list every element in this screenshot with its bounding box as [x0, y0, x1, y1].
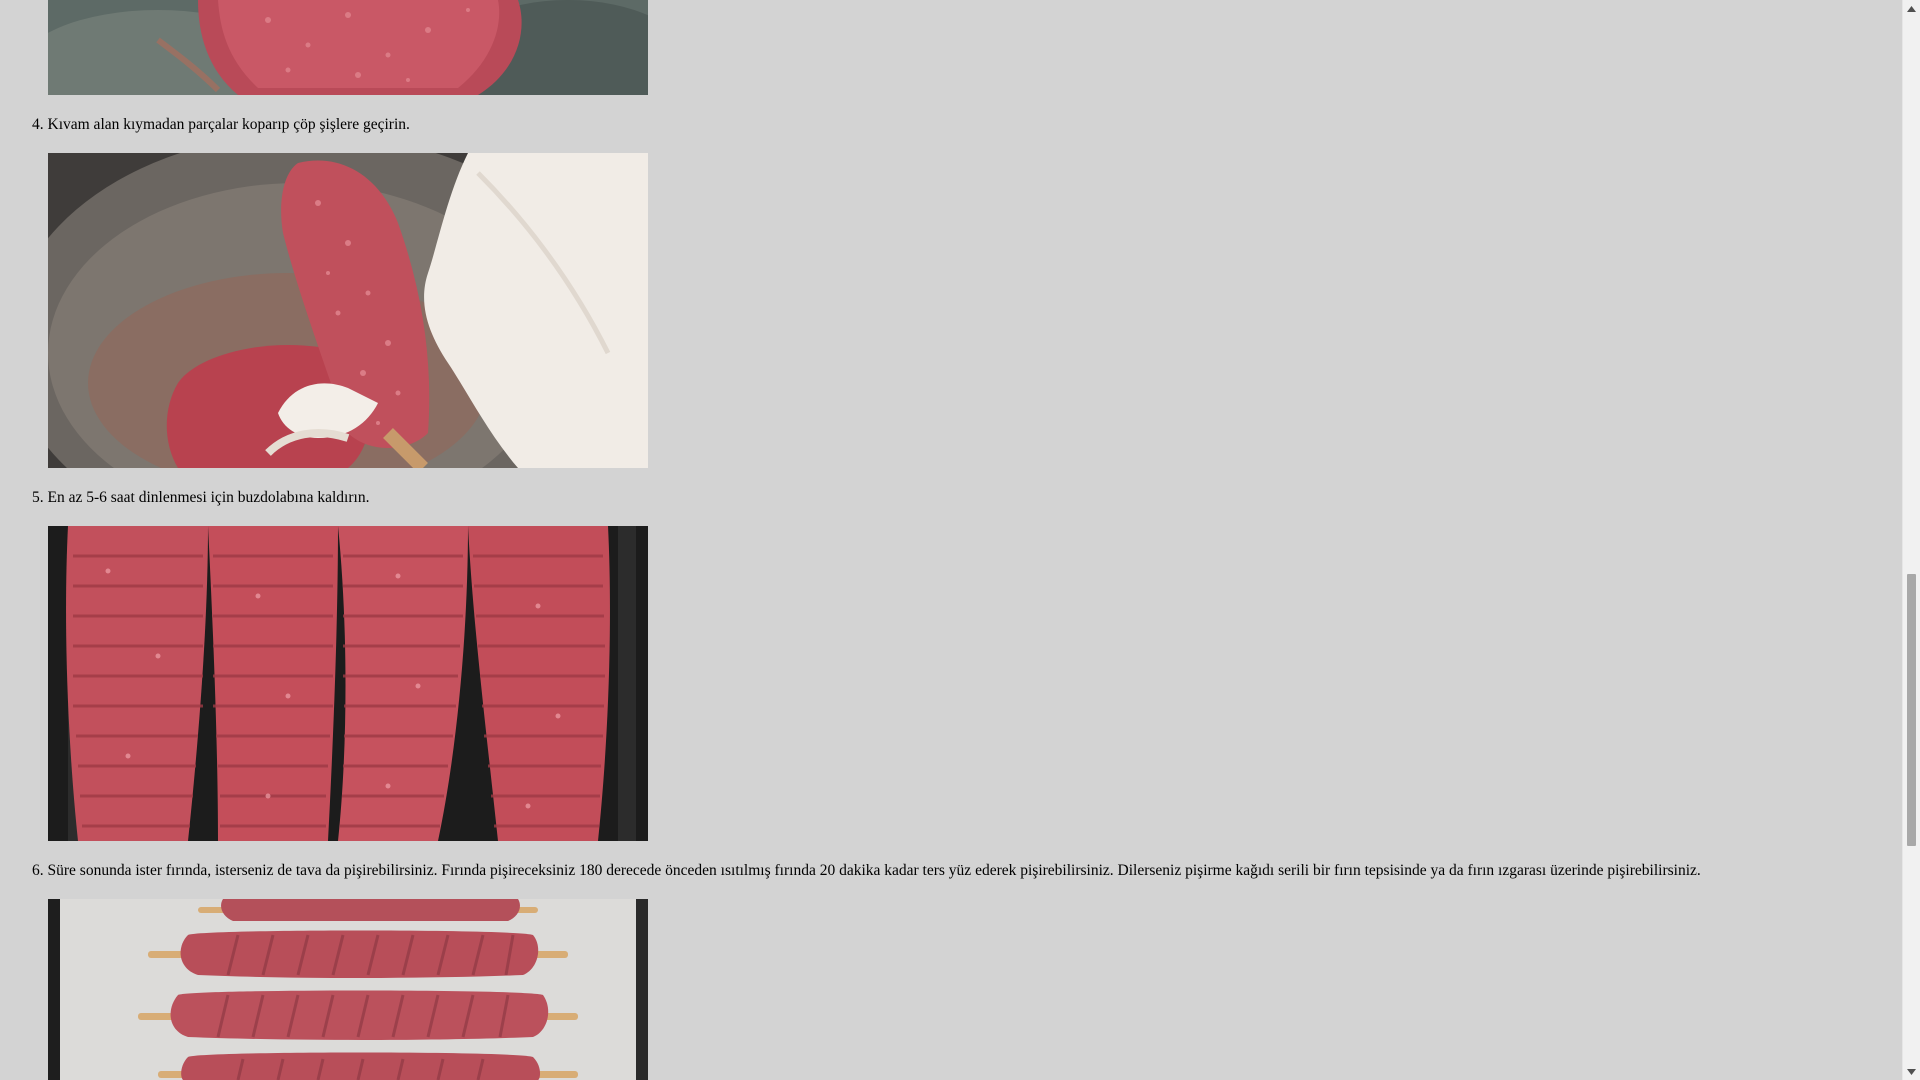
step-number: 5.	[32, 489, 44, 506]
step-4-text: 4. Kıvam alan kıymadan parçalar koparıp …	[32, 116, 410, 134]
recipe-page: 4. Kıvam alan kıymadan parçalar koparıp …	[0, 0, 1902, 1080]
scroll-up-button[interactable]	[1903, 0, 1920, 17]
chevron-up-icon	[1907, 5, 1916, 12]
step-5-text: 5. En az 5-6 saat dinlenmesi için buzdol…	[32, 489, 369, 507]
kebabs-on-grill-pan-photo	[48, 526, 648, 841]
shaping-kebab-on-skewer-photo	[48, 153, 648, 468]
step-description: Süre sonunda ister fırında, isterseniz d…	[47, 862, 1701, 879]
scrollbar-thumb[interactable]	[1907, 574, 1916, 846]
step-6-text: 6. Süre sonunda ister fırında, isterseni…	[32, 862, 1701, 880]
step-description: Kıvam alan kıymadan parçalar koparıp çöp…	[47, 116, 410, 133]
kebabs-on-baking-paper-photo	[48, 899, 648, 1080]
step-description: En az 5-6 saat dinlenmesi için buzdolabı…	[47, 489, 370, 506]
vertical-scrollbar[interactable]	[1902, 0, 1920, 1080]
minced-meat-in-bowl-photo	[48, 0, 648, 95]
chevron-down-icon	[1907, 1068, 1916, 1075]
scroll-down-button[interactable]	[1903, 1063, 1920, 1080]
step-number: 4.	[32, 116, 44, 133]
step-number: 6.	[32, 862, 44, 879]
